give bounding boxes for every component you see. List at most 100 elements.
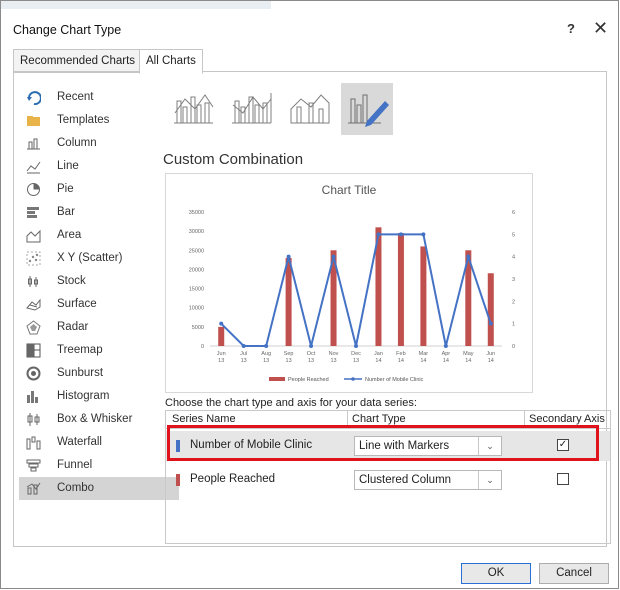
dialog-title: Change Chart Type xyxy=(13,23,122,37)
bar-people-reached xyxy=(285,257,292,346)
sidebar-item-label: Column xyxy=(57,137,97,149)
legend-marker-mobile-clinic xyxy=(351,377,355,381)
sidebar-item-label: Sunburst xyxy=(57,367,104,379)
help-button[interactable]: ? xyxy=(567,21,575,36)
y-tick-label: 30000 xyxy=(189,229,204,235)
sidebar-item-box-whisker[interactable]: Box & Whisker xyxy=(19,408,149,431)
series-grid-header: Series Name Chart Type Secondary Axis xyxy=(166,411,610,429)
templates-folder-icon xyxy=(27,116,40,126)
header-secondary-axis: Secondary Axis xyxy=(524,411,615,428)
sidebar-item-label: Bar xyxy=(57,206,75,218)
series-grid-label: Choose the chart type and axis for your … xyxy=(165,397,417,409)
bar-people-reached xyxy=(420,246,427,346)
funnel-chart-icon xyxy=(26,459,41,472)
x-tick-label: Jul 13 xyxy=(240,351,247,364)
chart-title: Chart Title xyxy=(322,183,377,197)
sidebar-item-label: Histogram xyxy=(57,390,110,402)
stacked-area-clustered-column-icon xyxy=(290,94,330,124)
treemap-chart-icon xyxy=(26,343,41,358)
tab-recommended-charts[interactable]: Recommended Charts xyxy=(13,49,143,73)
sidebar-item-recent[interactable]: Recent xyxy=(19,86,149,109)
series-color-swatch xyxy=(176,440,180,452)
sidebar-item-label: Recent xyxy=(57,91,94,103)
series-grid: Series Name Chart Type Secondary Axis Nu… xyxy=(165,410,611,544)
y2-tick-label: 4 xyxy=(512,255,515,261)
change-chart-type-dialog: Change Chart Type ? ✕ Recommended Charts… xyxy=(0,0,619,589)
marker-number-of-mobile-clinic xyxy=(286,254,291,259)
sidebar-item-label: X Y (Scatter) xyxy=(57,252,123,264)
y-tick-label: 35000 xyxy=(189,210,204,216)
chart-type-dropdown[interactable]: Line with Markers ⌄ xyxy=(354,436,502,456)
chevron-down-icon[interactable]: ⌄ xyxy=(478,471,501,489)
subtype-clustered-column-line-secondary[interactable] xyxy=(225,83,277,135)
sidebar-item-combo[interactable]: Combo xyxy=(19,477,179,500)
tab-all-charts[interactable]: All Charts xyxy=(139,49,203,74)
x-tick-label: Nov 13 xyxy=(329,351,339,364)
chart-preview: Chart Title 35000 30000 25000 20000 15000 1000… xyxy=(165,173,533,393)
sidebar-item-histogram[interactable]: Histogram xyxy=(19,385,149,408)
sidebar-item-area[interactable]: Area xyxy=(19,224,149,247)
x-tick-label: Mar 14 xyxy=(419,351,429,364)
secondary-axis-checkbox[interactable] xyxy=(557,473,569,485)
marker-number-of-mobile-clinic xyxy=(443,344,448,348)
sidebar-item-column[interactable]: Column xyxy=(19,132,149,155)
marker-number-of-mobile-clinic xyxy=(264,344,269,348)
recent-icon xyxy=(27,91,41,105)
chart-category-list: Recent Templates Column Line Pie Bar Area X Y (… xyxy=(19,86,179,500)
marker-number-of-mobile-clinic xyxy=(219,321,224,326)
top-strip xyxy=(1,1,271,9)
radar-chart-icon xyxy=(26,320,41,335)
x-tick-label: Jan 14 xyxy=(374,351,383,364)
cancel-button[interactable]: Cancel xyxy=(539,563,609,584)
sidebar-item-surface[interactable]: Surface xyxy=(19,293,149,316)
sidebar-item-x-y-scatter[interactable]: X Y (Scatter) xyxy=(19,247,149,270)
chart-type-value: Clustered Column xyxy=(359,474,452,486)
marker-number-of-mobile-clinic xyxy=(241,344,246,348)
series-name: People Reached xyxy=(190,473,276,485)
sidebar-item-label: Combo xyxy=(57,482,95,494)
combo-chart: Chart Title35000300002500020000150001000… xyxy=(189,183,515,383)
sidebar-item-label: Treemap xyxy=(57,344,103,356)
sidebar-item-sunburst[interactable]: Sunburst xyxy=(19,362,149,385)
sidebar-item-stock[interactable]: Stock xyxy=(19,270,149,293)
line-chart-icon xyxy=(26,161,41,174)
sidebar-item-bar[interactable]: Bar xyxy=(19,201,149,224)
sidebar-item-label: Pie xyxy=(57,183,74,195)
marker-number-of-mobile-clinic xyxy=(309,344,314,348)
y-tick-label: 0 xyxy=(201,344,204,350)
marker-number-of-mobile-clinic xyxy=(376,232,381,237)
histogram-chart-icon xyxy=(27,391,38,403)
x-tick-label: Sep 13 xyxy=(284,351,294,364)
close-icon[interactable]: ✕ xyxy=(593,18,608,39)
series-row-number-of-mobile-clinic[interactable]: Number of Mobile Clinic Line with Marker… xyxy=(166,431,610,461)
x-tick-label: Feb 14 xyxy=(396,351,405,364)
ok-button[interactable]: OK xyxy=(461,563,531,584)
y2-tick-label: 1 xyxy=(512,322,515,328)
legend-label-mobile-clinic: Number of Mobile Clinic xyxy=(365,377,424,383)
marker-number-of-mobile-clinic xyxy=(488,321,493,326)
y-tick-label: 15000 xyxy=(189,287,204,293)
area-chart-icon xyxy=(26,229,41,243)
legend-label-people-reached: People Reached xyxy=(288,377,329,383)
sidebar-item-funnel[interactable]: Funnel xyxy=(19,454,149,477)
subtype-clustered-column-line[interactable] xyxy=(167,83,219,135)
line-number-of-mobile-clinic xyxy=(220,233,492,347)
sidebar-item-radar[interactable]: Radar xyxy=(19,316,149,339)
x-tick-label: Dec 13 xyxy=(351,351,361,364)
sidebar-item-templates[interactable]: Templates xyxy=(19,109,149,132)
subtype-custom-combination[interactable] xyxy=(341,83,393,135)
series-name: Number of Mobile Clinic xyxy=(190,439,313,451)
chevron-down-icon[interactable]: ⌄ xyxy=(478,437,501,455)
sidebar-item-pie[interactable]: Pie xyxy=(19,178,149,201)
series-row-people-reached[interactable]: People Reached Clustered Column ⌄ xyxy=(166,465,610,495)
sidebar-item-label: Line xyxy=(57,160,79,172)
chart-type-value: Line with Markers xyxy=(359,440,450,452)
sidebar-item-line[interactable]: Line xyxy=(19,155,149,178)
sidebar-item-waterfall[interactable]: Waterfall xyxy=(19,431,149,454)
secondary-axis-checkbox[interactable]: ✓ xyxy=(557,439,569,451)
sidebar-item-label: Radar xyxy=(57,321,89,333)
subtype-stacked-area-clustered-column[interactable] xyxy=(283,83,335,135)
bar-people-reached xyxy=(218,326,225,346)
sidebar-item-treemap[interactable]: Treemap xyxy=(19,339,149,362)
chart-type-dropdown[interactable]: Clustered Column ⌄ xyxy=(354,470,502,490)
